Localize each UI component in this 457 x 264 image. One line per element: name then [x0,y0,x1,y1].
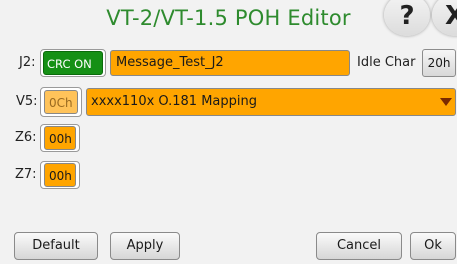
v5-value-field[interactable]: 0Ch [44,90,78,114]
z7-value-frame: 00h [40,161,80,189]
v5-value-frame: 0Ch [40,87,82,117]
v5-label: V5: [16,94,38,109]
chevron-down-icon [440,98,452,106]
close-button[interactable]: X [432,0,457,36]
help-button[interactable]: ? [384,0,430,36]
idle-char-label: Idle Char [357,55,416,70]
v5-mapping-dropdown[interactable]: xxxx110x O.181 Mapping [86,88,456,116]
crc-toggle[interactable]: CRC ON [43,51,103,75]
apply-button[interactable]: Apply [110,232,180,260]
z6-value-frame: 00h [40,124,80,152]
close-icon: X [444,1,457,31]
ok-button[interactable]: Ok [410,232,456,260]
z7-label: Z7: [15,167,37,182]
crc-toggle-frame: CRC ON [40,49,106,77]
default-button[interactable]: Default [14,232,98,260]
cancel-button[interactable]: Cancel [316,232,402,260]
v5-mapping-selected: xxxx110x O.181 Mapping [91,94,257,109]
z7-value-field[interactable]: 00h [44,163,76,187]
z6-value-field[interactable]: 00h [44,126,76,150]
j2-message-field[interactable]: Message_Test_J2 [110,50,350,76]
z6-label: Z6: [15,130,37,145]
idle-char-button[interactable]: 20h [422,49,456,77]
help-icon: ? [399,1,415,31]
j2-label: J2: [19,55,36,70]
